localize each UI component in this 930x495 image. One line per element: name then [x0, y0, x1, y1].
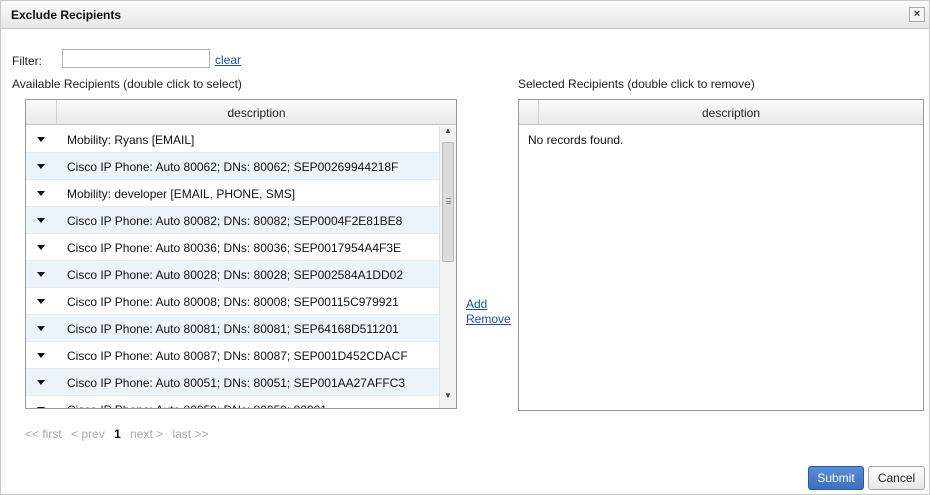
available-recipients-label: Available Recipients (double click to se… — [12, 77, 242, 91]
caret-down-icon[interactable] — [37, 164, 45, 169]
caret-down-icon[interactable] — [37, 407, 45, 408]
row-description: Mobility: Ryans [EMAIL] — [67, 133, 195, 147]
row-description: Cisco IP Phone: Auto 80082; DNs: 80082; … — [67, 214, 403, 228]
pager-prev[interactable]: < prev — [71, 427, 105, 441]
row-description: Cisco IP Phone: Auto 80051; DNs: 80051; … — [67, 376, 405, 390]
table-row[interactable]: Cisco IP Phone: Auto 80059; DNs: 80059; … — [26, 396, 440, 408]
clear-link[interactable]: clear — [215, 53, 241, 67]
table-row[interactable]: Cisco IP Phone: Auto 80028; DNs: 80028; … — [26, 261, 440, 288]
table-row[interactable]: Cisco IP Phone: Auto 80008; DNs: 80008; … — [26, 288, 440, 315]
exclude-recipients-dialog: Exclude Recipients × Filter: clear Avail… — [0, 0, 930, 495]
caret-down-icon[interactable] — [37, 353, 45, 358]
grid-header: description — [26, 100, 456, 125]
row-description: Mobility: developer [EMAIL, PHONE, SMS] — [67, 187, 296, 201]
description-column-header[interactable]: description — [57, 106, 456, 120]
cancel-button[interactable]: Cancel — [868, 466, 925, 490]
dialog-titlebar: Exclude Recipients × — [1, 1, 929, 29]
row-description: Cisco IP Phone: Auto 80028; DNs: 80028; … — [67, 268, 404, 282]
scroll-down-icon[interactable]: ▼ — [440, 391, 456, 406]
caret-down-icon[interactable] — [37, 137, 45, 142]
grid-header: description — [519, 100, 923, 125]
submit-button[interactable]: Submit — [808, 466, 864, 490]
add-link[interactable]: Add — [466, 297, 487, 311]
caret-down-icon[interactable] — [37, 326, 45, 331]
table-row[interactable]: Cisco IP Phone: Auto 80036; DNs: 80036; … — [26, 234, 440, 261]
description-column-header[interactable]: description — [539, 106, 923, 120]
caret-down-icon[interactable] — [37, 299, 45, 304]
row-description: Cisco IP Phone: Auto 80081; DNs: 80081; … — [67, 322, 399, 336]
pager-current-page: 1 — [114, 427, 121, 441]
caret-down-icon[interactable] — [37, 380, 45, 385]
table-row[interactable]: Cisco IP Phone: Auto 80062; DNs: 80062; … — [26, 153, 440, 180]
pager-next[interactable]: next > — [130, 427, 163, 441]
table-row[interactable]: Cisco IP Phone: Auto 80051; DNs: 80051; … — [26, 369, 440, 396]
row-description: Cisco IP Phone: Auto 80008; DNs: 80008; … — [67, 295, 399, 309]
scroll-thumb[interactable] — [442, 142, 454, 262]
dialog-title: Exclude Recipients — [11, 8, 122, 22]
caret-down-icon[interactable] — [37, 245, 45, 250]
row-description: Cisco IP Phone: Auto 80059; DNs: 80059; … — [67, 403, 327, 408]
table-row[interactable]: Mobility: Ryans [EMAIL] — [26, 126, 440, 153]
table-row[interactable]: Cisco IP Phone: Auto 80081; DNs: 80081; … — [26, 315, 440, 342]
table-row[interactable]: Cisco IP Phone: Auto 80082; DNs: 80082; … — [26, 207, 440, 234]
caret-down-icon[interactable] — [37, 272, 45, 277]
expand-column-header — [26, 100, 57, 125]
available-scrollbar[interactable]: ▲ ▼ — [439, 126, 456, 408]
expand-column-header — [519, 100, 539, 125]
available-recipients-grid: description Mobility: Ryans [EMAIL] Cisco… — [25, 99, 457, 409]
row-description: Cisco IP Phone: Auto 80062; DNs: 80062; … — [67, 160, 399, 174]
caret-down-icon[interactable] — [37, 191, 45, 196]
selected-recipients-grid: description No records found. — [518, 99, 924, 411]
selected-recipients-label: Selected Recipients (double click to rem… — [518, 77, 755, 91]
remove-link[interactable]: Remove — [466, 312, 511, 326]
no-records-message: No records found. — [528, 133, 624, 147]
scroll-up-icon[interactable]: ▲ — [440, 126, 456, 141]
pager-last[interactable]: last >> — [172, 427, 208, 441]
available-rows: Mobility: Ryans [EMAIL] Cisco IP Phone: A… — [26, 126, 440, 408]
close-icon[interactable]: × — [909, 7, 925, 22]
caret-down-icon[interactable] — [37, 218, 45, 223]
row-description: Cisco IP Phone: Auto 80087; DNs: 80087; … — [67, 349, 408, 363]
pager: << first < prev 1 next > last >> — [25, 427, 215, 441]
grip-icon — [446, 198, 451, 204]
table-row[interactable]: Mobility: developer [EMAIL, PHONE, SMS] — [26, 180, 440, 207]
filter-input[interactable] — [62, 49, 210, 68]
pager-first[interactable]: << first — [25, 427, 62, 441]
filter-label: Filter: — [12, 54, 42, 68]
row-description: Cisco IP Phone: Auto 80036; DNs: 80036; … — [67, 241, 402, 255]
table-row[interactable]: Cisco IP Phone: Auto 80087; DNs: 80087; … — [26, 342, 440, 369]
